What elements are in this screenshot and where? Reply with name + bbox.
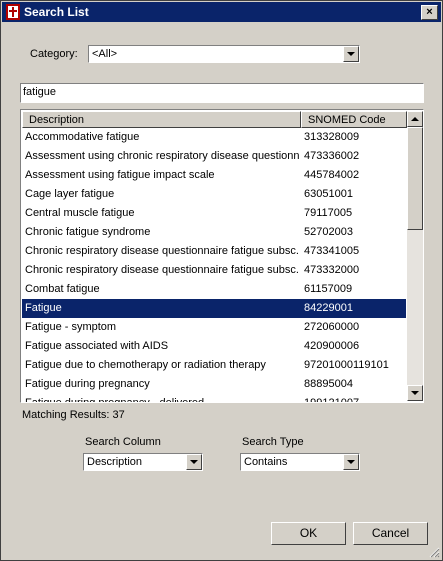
scroll-thumb[interactable]	[407, 127, 423, 230]
row-snomed-code: 473332000	[304, 264, 360, 276]
close-button[interactable]: ×	[421, 5, 438, 20]
arrow-up-icon	[411, 117, 419, 121]
resize-grip-icon[interactable]	[428, 546, 440, 558]
title-bar[interactable]: Search List ×	[2, 2, 441, 22]
column-header-snomed-code-label: SNOMED Code	[308, 114, 386, 126]
window-title: Search List	[24, 5, 89, 19]
row-snomed-code: 445784002	[304, 169, 360, 181]
table-row[interactable]: Fatigue - symptom 272060000	[22, 318, 406, 337]
search-list-dialog: Search List × Category: <All> Descriptio…	[0, 0, 443, 561]
table-row[interactable]: Assessment using fatigue impact scale 445…	[22, 166, 406, 185]
row-description: Fatigue	[25, 302, 62, 314]
vertical-scrollbar[interactable]	[407, 111, 423, 401]
matching-results: Matching Results: 37	[22, 409, 125, 421]
row-description: Combat fatigue	[25, 283, 100, 295]
row-snomed-code: 84229001	[304, 302, 353, 314]
chevron-down-icon	[347, 52, 355, 56]
ok-button[interactable]: OK	[271, 522, 346, 545]
row-snomed-code: 473341005	[304, 245, 360, 257]
table-row[interactable]: Chronic respiratory disease questionnair…	[22, 242, 406, 261]
category-value: <All>	[92, 48, 118, 60]
category-select[interactable]: <All>	[88, 45, 360, 63]
search-type-label: Search Type	[242, 436, 304, 448]
row-description: Accommodative fatigue	[25, 131, 140, 143]
row-snomed-code: 199121007	[304, 397, 360, 403]
column-header-description-label: Description	[29, 114, 85, 126]
cancel-button[interactable]: Cancel	[353, 522, 428, 545]
search-type-dropdown-button[interactable]	[343, 454, 359, 470]
search-field[interactable]	[20, 83, 424, 103]
row-snomed-code: 52702003	[304, 226, 353, 238]
close-icon: ×	[426, 6, 433, 18]
row-description: Assessment using chronic respiratory dis…	[25, 150, 299, 162]
table-row[interactable]: Combat fatigue 61157009	[22, 280, 406, 299]
table-row[interactable]: Assessment using chronic respiratory dis…	[22, 147, 406, 166]
search-column-dropdown-button[interactable]	[186, 454, 202, 470]
column-header-snomed-code[interactable]: SNOMED Code	[301, 111, 407, 128]
row-description: Fatigue due to chemotherapy or radiation…	[25, 359, 266, 371]
table-row[interactable]: Accommodative fatigue 313328009	[22, 128, 406, 147]
row-snomed-code: 420900006	[304, 340, 360, 352]
table-row[interactable]: Fatigue due to chemotherapy or radiation…	[22, 356, 406, 375]
search-input[interactable]	[23, 86, 419, 98]
results-list[interactable]: Description SNOMED Code Accommodative fa…	[20, 109, 424, 403]
row-snomed-code: 79117005	[304, 207, 353, 219]
chevron-down-icon	[347, 460, 355, 464]
row-snomed-code: 473336002	[304, 150, 360, 162]
table-row[interactable]: Chronic fatigue syndrome 52702003	[22, 223, 406, 242]
row-snomed-code: 61157009	[304, 283, 353, 295]
search-column-label: Search Column	[85, 436, 161, 448]
row-description: Cage layer fatigue	[25, 188, 115, 200]
row-description: Chronic respiratory disease questionnair…	[25, 245, 299, 257]
search-column-value: Description	[87, 456, 143, 468]
table-row[interactable]: Central muscle fatigue 79117005	[22, 204, 406, 223]
column-header-description[interactable]: Description	[22, 111, 301, 128]
row-description: Fatigue associated with AIDS	[25, 340, 169, 352]
row-snomed-code: 272060000	[304, 321, 360, 333]
row-description: Chronic fatigue syndrome	[25, 226, 151, 238]
row-snomed-code: 63051001	[304, 188, 353, 200]
search-type-select[interactable]: Contains	[240, 453, 360, 471]
table-row[interactable]: Cage layer fatigue 63051001	[22, 185, 406, 204]
category-dropdown-button[interactable]	[343, 46, 359, 62]
search-column-select[interactable]: Description	[83, 453, 203, 471]
table-row[interactable]: Fatigue associated with AIDS 420900006	[22, 337, 406, 356]
row-snomed-code: 97201000119101	[304, 359, 389, 371]
row-description: Fatigue - symptom	[25, 321, 117, 333]
row-description: Fatigue during pregnancy - delivered	[25, 397, 205, 403]
table-row[interactable]: Fatigue during pregnancy 88895004	[22, 375, 406, 394]
scroll-up-button[interactable]	[407, 111, 423, 127]
row-description: Chronic respiratory disease questionnair…	[25, 264, 299, 276]
row-description: Central muscle fatigue	[25, 207, 135, 219]
table-row[interactable]: Fatigue during pregnancy - delivered 1991…	[22, 394, 406, 403]
search-type-value: Contains	[244, 456, 288, 468]
arrow-down-icon	[411, 391, 419, 395]
row-description: Assessment using fatigue impact scale	[25, 169, 215, 181]
row-description: Fatigue during pregnancy	[25, 378, 150, 390]
chevron-down-icon	[190, 460, 198, 464]
table-row[interactable]: Fatigue 84229001	[22, 299, 406, 318]
row-snomed-code: 313328009	[304, 131, 360, 143]
table-row[interactable]: Chronic respiratory disease questionnair…	[22, 261, 406, 280]
row-snomed-code: 88895004	[304, 378, 353, 390]
scroll-down-button[interactable]	[407, 385, 423, 401]
app-icon	[6, 4, 20, 20]
category-label: Category:	[30, 48, 78, 60]
